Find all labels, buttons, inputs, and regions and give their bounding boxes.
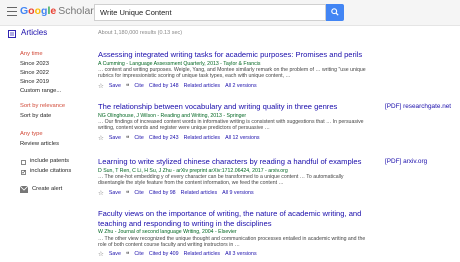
star-icon[interactable]: ☆ xyxy=(98,189,104,197)
filter-any-time[interactable]: Any time xyxy=(20,51,43,57)
save-link[interactable]: Save xyxy=(109,190,121,196)
result-item: Learning to write stylized chinese chara… xyxy=(98,157,370,197)
sort-by-date[interactable]: Sort by date xyxy=(20,113,51,119)
all-versions-link[interactable]: All 12 versions xyxy=(225,135,259,141)
include-patents-label: include patents xyxy=(30,158,69,164)
star-icon[interactable]: ☆ xyxy=(98,82,104,90)
pdf-link[interactable]: [PDF] arxiv.org xyxy=(385,158,427,165)
quote-icon[interactable]: ❝ xyxy=(126,250,130,258)
articles-bar: Articles About 1,180,000 results (0.13 s… xyxy=(0,27,460,41)
pdf-link[interactable]: [PDF] researchgate.net xyxy=(385,103,451,110)
cite-link[interactable]: Cite xyxy=(134,83,143,89)
google-scholar-logo[interactable]: Google Scholar xyxy=(20,5,94,17)
related-articles-link[interactable]: Related articles xyxy=(184,135,221,141)
star-icon[interactable]: ☆ xyxy=(98,250,104,258)
result-item: Faculty views on the importance of writi… xyxy=(98,209,370,258)
result-title[interactable]: Assessing integrated writing tasks for a… xyxy=(98,50,370,60)
top-bar: Google Scholar Write Unique Content xyxy=(0,0,460,26)
search-icon xyxy=(331,8,339,16)
cited-by-link[interactable]: Cited by 409 xyxy=(149,251,179,257)
filter-custom-range[interactable]: Custom range... xyxy=(20,88,61,94)
result-actions: ☆ Save ❝ Cite Cited by 243 Related artic… xyxy=(98,134,370,142)
include-citations-label: include citations xyxy=(30,168,72,174)
result-actions: ☆ Save ❝ Cite Cited by 98 Related articl… xyxy=(98,189,370,197)
articles-label[interactable]: Articles xyxy=(21,28,47,37)
result-title[interactable]: Learning to write stylized chinese chara… xyxy=(98,157,370,167)
envelope-icon xyxy=(20,186,28,193)
quote-icon[interactable]: ❝ xyxy=(126,189,130,197)
filter-since-2022[interactable]: Since 2022 xyxy=(20,70,49,76)
cited-by-link[interactable]: Cited by 98 xyxy=(149,190,176,196)
menu-icon[interactable] xyxy=(7,7,17,16)
cited-by-link[interactable]: Cited by 243 xyxy=(149,135,179,141)
cite-link[interactable]: Cite xyxy=(134,251,143,257)
result-item: Assessing integrated writing tasks for a… xyxy=(98,50,370,90)
filter-since-2019[interactable]: Since 2019 xyxy=(20,79,49,85)
related-articles-link[interactable]: Related articles xyxy=(184,251,221,257)
result-title[interactable]: The relationship between vocabulary and … xyxy=(98,102,370,112)
type-any[interactable]: Any type xyxy=(20,131,43,137)
all-versions-link[interactable]: All 3 versions xyxy=(225,251,257,257)
result-snippet: … Our findings of increased content word… xyxy=(98,119,364,132)
results-count: About 1,180,000 results (0.13 sec) xyxy=(98,30,183,36)
result-item: The relationship between vocabulary and … xyxy=(98,102,370,142)
filter-since-2023[interactable]: Since 2023 xyxy=(20,61,49,67)
search-button[interactable] xyxy=(326,4,344,21)
include-patents-checkbox[interactable] xyxy=(21,160,26,165)
type-review-articles[interactable]: Review articles xyxy=(20,141,59,147)
save-link[interactable]: Save xyxy=(109,251,121,257)
star-icon[interactable]: ☆ xyxy=(98,134,104,142)
related-articles-link[interactable]: Related articles xyxy=(181,190,218,196)
cite-link[interactable]: Cite xyxy=(134,135,143,141)
result-snippet: … content and writing purposes. Weigle, … xyxy=(98,67,366,80)
result-snippet: … The other view recognized the unique t… xyxy=(98,235,366,248)
sort-by-relevance[interactable]: Sort by relevance xyxy=(20,103,65,109)
all-versions-link[interactable]: All 2 versions xyxy=(225,83,257,89)
result-title[interactable]: Faculty views on the importance of writi… xyxy=(98,209,370,228)
result-actions: ☆ Save ❝ Cite Cited by 409 Related artic… xyxy=(98,250,370,258)
save-link[interactable]: Save xyxy=(109,83,121,89)
all-versions-link[interactable]: All 9 versions xyxy=(222,190,254,196)
related-articles-link[interactable]: Related articles xyxy=(184,83,221,89)
quote-icon[interactable]: ❝ xyxy=(126,82,130,90)
include-citations-checkbox[interactable] xyxy=(21,169,27,176)
articles-icon xyxy=(8,30,16,38)
result-snippet: … The one-hot embedding y of every chara… xyxy=(98,174,344,187)
quote-icon[interactable]: ❝ xyxy=(126,134,130,142)
save-link[interactable]: Save xyxy=(109,135,121,141)
create-alert-link[interactable]: Create alert xyxy=(32,186,62,192)
cited-by-link[interactable]: Cited by 148 xyxy=(149,83,179,89)
result-actions: ☆ Save ❝ Cite Cited by 148 Related artic… xyxy=(98,82,370,90)
search-input[interactable]: Write Unique Content xyxy=(94,4,326,21)
cite-link[interactable]: Cite xyxy=(134,190,143,196)
